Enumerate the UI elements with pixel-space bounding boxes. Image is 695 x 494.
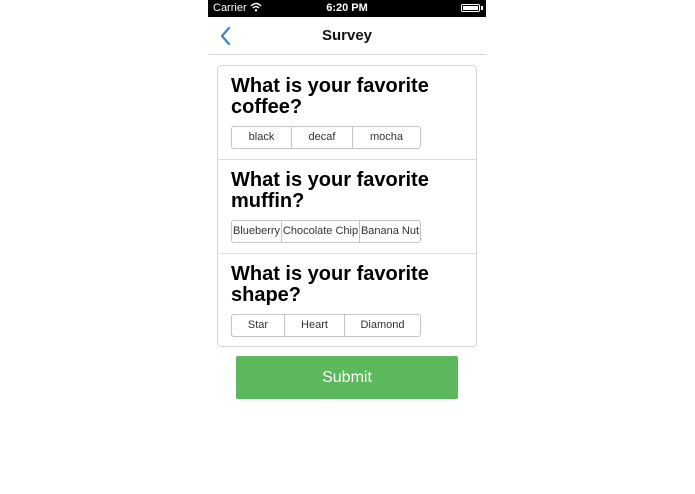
question-coffee: What is your favorite coffee? black deca… bbox=[218, 66, 476, 160]
option-diamond[interactable]: Diamond bbox=[345, 315, 420, 336]
option-black[interactable]: black bbox=[232, 127, 292, 148]
answer-segmented-control: black decaf mocha bbox=[231, 126, 421, 149]
battery-nub bbox=[481, 6, 483, 10]
question-muffin: What is your favorite muffin? Blueberry … bbox=[218, 159, 476, 253]
option-decaf[interactable]: decaf bbox=[292, 127, 353, 148]
question-text: What is your favorite coffee? bbox=[231, 75, 429, 118]
status-time: 6:20 PM bbox=[326, 2, 368, 14]
status-bar: Carrier 6:20 PM bbox=[208, 0, 486, 17]
submit-button[interactable]: Submit bbox=[236, 356, 458, 399]
page-title: Survey bbox=[321, 27, 373, 44]
option-blueberry[interactable]: Blueberry bbox=[232, 221, 282, 242]
option-mocha[interactable]: mocha bbox=[353, 127, 420, 148]
option-star[interactable]: Star bbox=[232, 315, 285, 336]
option-heart[interactable]: Heart bbox=[285, 315, 345, 336]
option-banana-nut[interactable]: Banana Nut bbox=[360, 221, 420, 242]
battery-icon bbox=[461, 4, 480, 12]
answer-segmented-control: Star Heart Diamond bbox=[231, 314, 421, 337]
question-shape: What is your favorite shape? Star Heart … bbox=[218, 253, 476, 347]
question-text: What is your favorite shape? bbox=[231, 263, 429, 306]
survey-card: What is your favorite coffee? black deca… bbox=[217, 65, 477, 347]
question-text: What is your favorite muffin? bbox=[231, 169, 429, 212]
navigation-bar: Survey bbox=[208, 17, 486, 55]
answer-segmented-control: Blueberry Chocolate Chip Banana Nut bbox=[231, 220, 421, 243]
phone-screen: Carrier 6:20 PM Survey What is your favo… bbox=[208, 0, 486, 494]
option-chocolate-chip[interactable]: Chocolate Chip bbox=[282, 221, 360, 242]
